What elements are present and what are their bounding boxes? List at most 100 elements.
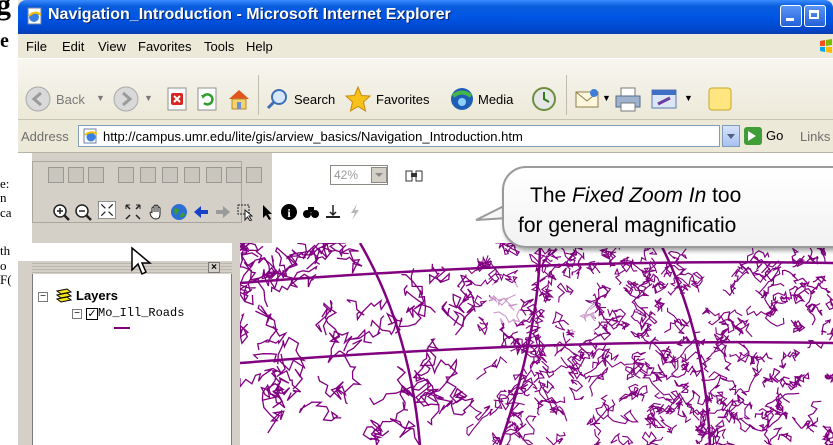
go-button[interactable]: Go <box>744 126 790 146</box>
edit-dropdown-arrow-icon[interactable]: ▼ <box>684 93 693 103</box>
road-segment <box>781 269 800 285</box>
road-segment <box>298 401 342 422</box>
road-segment <box>414 389 454 426</box>
zoom-box-icon[interactable] <box>162 167 178 183</box>
road-segment <box>343 339 363 405</box>
map-view[interactable] <box>240 243 833 445</box>
address-dropdown-button[interactable] <box>722 125 740 147</box>
road-segment <box>438 396 474 416</box>
fixed-zoom-icon[interactable] <box>140 167 156 183</box>
select-elements-arrow-icon[interactable] <box>258 203 276 221</box>
toc-splitter[interactable] <box>232 243 240 445</box>
zoom-to-layer-icon[interactable] <box>68 167 84 183</box>
zoom-level-value: 42% <box>334 168 359 182</box>
zoom-scale-icon[interactable] <box>184 167 200 183</box>
maximize-button[interactable] <box>804 5 826 27</box>
address-bar: Address http://campus.umr.edu/lite/gis/a… <box>18 120 833 153</box>
callout-tool-name: Fixed Zoom In <box>572 184 707 207</box>
measure-icon[interactable] <box>324 203 342 221</box>
binoculars-view-icon[interactable] <box>404 165 424 185</box>
menu-file[interactable]: File <box>26 39 47 54</box>
zoom-to-extent-icon[interactable] <box>48 167 64 183</box>
find-binoculars-icon[interactable] <box>302 203 320 221</box>
back-dropdown-arrow-icon[interactable]: ▼ <box>96 93 105 103</box>
road-segment <box>777 432 792 443</box>
toc-close-icon[interactable]: × <box>208 262 220 273</box>
menu-favorites[interactable]: Favorites <box>138 39 191 54</box>
next-extent-icon[interactable] <box>226 167 242 183</box>
menu-view[interactable]: View <box>98 39 126 54</box>
mail-dropdown-arrow-icon[interactable]: ▼ <box>602 93 611 103</box>
forward-arrow-icon[interactable] <box>112 85 140 113</box>
road-segment <box>595 394 616 422</box>
road-segment <box>568 379 585 401</box>
road-segment <box>419 338 440 369</box>
layers-collapse-icon[interactable]: − <box>38 292 48 302</box>
road-segment <box>653 297 666 313</box>
stop-icon[interactable] <box>166 87 190 111</box>
hyperlink-bolt-icon[interactable] <box>346 203 364 221</box>
home-icon[interactable] <box>226 87 252 111</box>
back-label[interactable]: Back <box>56 92 85 107</box>
menu-edit[interactable]: Edit <box>62 39 84 54</box>
search-icon[interactable] <box>266 87 290 111</box>
select-features-icon[interactable] <box>236 203 254 221</box>
mail-icon[interactable] <box>574 87 602 111</box>
forward-dropdown-arrow-icon[interactable]: ▼ <box>144 93 153 103</box>
favorites-star-icon[interactable] <box>344 85 372 113</box>
road-segment <box>728 318 744 336</box>
next-extent-arrow-icon[interactable] <box>214 203 232 221</box>
map-blank-area <box>570 303 595 333</box>
search-label[interactable]: Search <box>294 92 335 107</box>
back-arrow-icon[interactable] <box>24 85 52 113</box>
road-segment <box>255 304 277 330</box>
road-segment <box>659 415 678 434</box>
identify-info-icon[interactable]: i <box>280 203 298 221</box>
road-segment <box>541 356 576 374</box>
media-icon[interactable] <box>448 85 476 113</box>
road-segment <box>786 348 801 362</box>
zoom-level-dropdown-arrow-icon[interactable] <box>371 167 387 183</box>
address-input[interactable]: http://campus.umr.edu/lite/gis/arview_ba… <box>78 125 720 147</box>
previous-extent-icon[interactable] <box>206 167 222 183</box>
menu-help[interactable]: Help <box>246 39 273 54</box>
background-text-fragment: ca <box>0 205 12 220</box>
road-segment <box>592 300 605 321</box>
mouse-cursor-icon <box>131 246 152 276</box>
road-segment <box>534 308 546 325</box>
title-bar[interactable]: Navigation_Introduction - Microsoft Inte… <box>18 0 833 34</box>
refresh-icon[interactable] <box>196 87 220 111</box>
layer-collapse-icon[interactable]: − <box>72 309 82 319</box>
toc-left-border <box>18 261 32 445</box>
layer-visibility-checkbox[interactable]: ✓ <box>86 308 98 320</box>
ie-page-icon <box>27 7 42 25</box>
full-extent-globe-icon[interactable] <box>170 203 188 221</box>
road-segment <box>821 318 831 336</box>
page-icon <box>83 128 98 144</box>
media-label[interactable]: Media <box>478 92 513 107</box>
road-segment <box>389 417 421 445</box>
edit-page-icon[interactable] <box>650 87 680 111</box>
background-bold-fragment: e <box>0 30 9 52</box>
pan-hand-icon[interactable] <box>148 203 166 221</box>
zoom-level-combo[interactable]: 42% <box>330 165 388 185</box>
zoom-out-icon[interactable] <box>74 203 92 221</box>
links-label[interactable]: Links <box>800 129 830 144</box>
layers-stack-icon <box>55 288 73 303</box>
history-icon[interactable] <box>530 85 558 113</box>
zoom-to-selected-icon[interactable] <box>88 167 104 183</box>
road-segment <box>754 352 773 363</box>
previous-extent-arrow-icon[interactable] <box>192 203 210 221</box>
road-segment <box>370 408 409 437</box>
fixed-zoom-out-icon[interactable] <box>124 203 142 221</box>
road-segment <box>715 391 728 406</box>
fixed-zoom-in-icon[interactable] <box>98 201 116 219</box>
menu-tools[interactable]: Tools <box>204 39 234 54</box>
full-extent-icon[interactable] <box>118 167 134 183</box>
zoom-in-icon[interactable] <box>52 203 70 221</box>
map-scale-icon[interactable] <box>246 167 262 183</box>
minimize-button[interactable] <box>780 5 802 27</box>
discuss-icon[interactable] <box>706 85 734 113</box>
favorites-label[interactable]: Favorites <box>376 92 429 107</box>
print-icon[interactable] <box>614 85 642 113</box>
